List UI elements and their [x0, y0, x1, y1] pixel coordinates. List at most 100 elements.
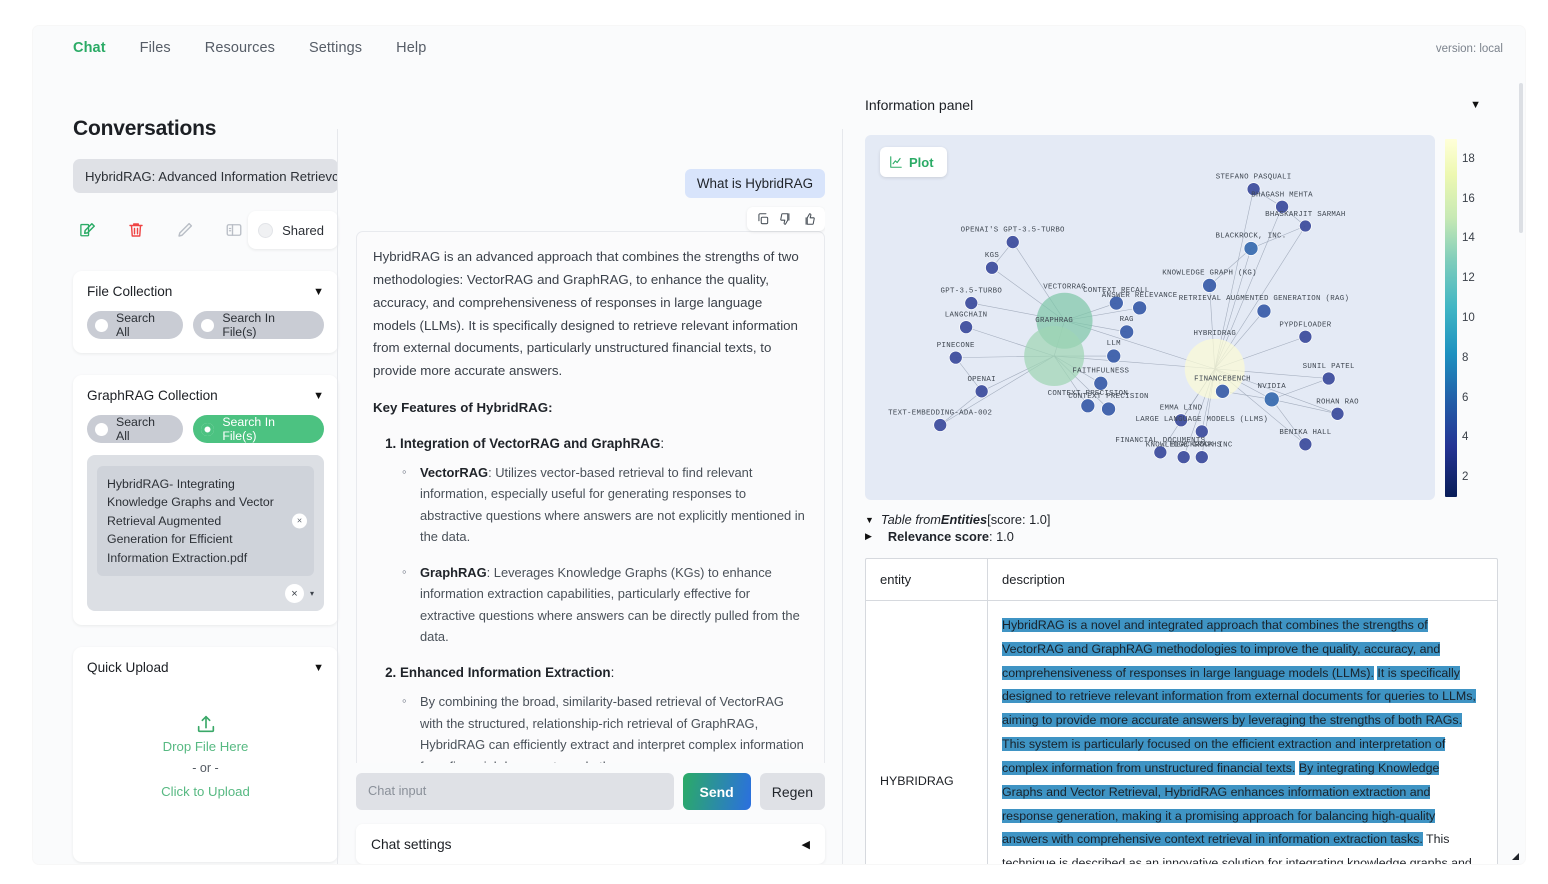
shared-toggle[interactable]: Shared — [248, 211, 338, 249]
colorbar-tick: 8 — [1462, 351, 1469, 364]
table-row: HYBRIDRAG HybridRAG is a novel and integ… — [866, 601, 1497, 864]
graph-node-label: KNOWLEDGE GRAPH (KG) — [1162, 269, 1257, 277]
colorbar-tick: 2 — [1462, 471, 1469, 484]
graph-node[interactable] — [1106, 348, 1122, 364]
graph-node-label: OPENAI — [967, 376, 995, 384]
nav-tab-resources[interactable]: Resources — [205, 40, 275, 56]
graph-node-label: CONTEXT PRECISION — [1068, 393, 1149, 401]
quick-upload-header[interactable]: Quick Upload ▼ — [87, 660, 324, 675]
resize-handle[interactable] — [1512, 853, 1519, 860]
graph-node-label: LARGE LANGUAGE MODELS (LLMS) — [1136, 416, 1269, 424]
shared-radio[interactable] — [258, 222, 274, 238]
thumbs-down-icon[interactable] — [779, 212, 793, 226]
graphrag-collection-header[interactable]: GraphRAG Collection ▼ — [87, 388, 324, 403]
chat-input-row: Send Regen — [356, 763, 825, 810]
table-from-row[interactable]: ▼ Table from Entities [score: 1.0] — [865, 512, 1511, 527]
graph-node[interactable] — [1005, 235, 1020, 249]
graph-node[interactable] — [1215, 383, 1230, 399]
upload-icon — [197, 716, 214, 733]
copy-icon[interactable] — [756, 212, 770, 226]
chat-scroll-area[interactable]: What is HybridRAG HybridRAG is an advanc… — [356, 77, 825, 763]
file-dropzone[interactable]: Drop File Here - or - Click to Upload — [87, 713, 324, 803]
chevron-down-icon[interactable]: ▼ — [313, 390, 324, 402]
information-panel-header[interactable]: Information panel ▼ — [865, 97, 1511, 113]
graph-node[interactable] — [1184, 338, 1245, 399]
selected-files-footer: × ▾ — [97, 584, 314, 604]
chevron-down-icon[interactable]: ▼ — [313, 286, 324, 298]
chevron-down-icon[interactable]: ▼ — [1470, 99, 1481, 111]
plot-button-label: Plot — [909, 154, 934, 170]
regen-button[interactable]: Regen — [759, 773, 825, 810]
click-to-upload-label[interactable]: Click to Upload — [161, 780, 250, 803]
delete-icon[interactable] — [122, 215, 151, 245]
selected-file-chip[interactable]: HybridRAG- Integrating Knowledge Graphs … — [97, 466, 314, 577]
graph-node[interactable] — [1176, 450, 1191, 464]
relevance-score-row[interactable]: ▶ Relevance score : 1.0 — [865, 529, 1511, 544]
assistant-intro: HybridRAG is an advanced approach that c… — [373, 249, 799, 379]
list-item: Enhanced Information Extraction: By comb… — [400, 661, 808, 763]
conversation-item[interactable]: HybridRAG: Advanced Information Retrievc — [73, 159, 338, 193]
new-chat-icon[interactable] — [73, 215, 102, 245]
colorbar-tick: 12 — [1462, 272, 1475, 285]
graph-node[interactable] — [1194, 450, 1209, 464]
graph-node[interactable] — [1119, 324, 1135, 340]
graph-node[interactable] — [1093, 375, 1109, 391]
triangle-down-icon[interactable]: ▼ — [865, 515, 874, 525]
scrollbar[interactable] — [1519, 83, 1523, 233]
graph-node[interactable] — [1256, 303, 1272, 319]
graph-node[interactable] — [1330, 406, 1345, 421]
rename-icon[interactable] — [171, 215, 200, 245]
graph-node-label: FAITHFULNESS — [1072, 367, 1129, 375]
file-collection-search-all[interactable]: Search All — [87, 311, 184, 339]
graph-node[interactable] — [1101, 401, 1116, 417]
chevron-down-icon[interactable]: ▾ — [310, 589, 314, 598]
graph-node[interactable] — [1298, 437, 1313, 452]
graph-node[interactable] — [933, 418, 948, 432]
split-view-icon[interactable] — [219, 215, 248, 245]
graph-node-label: LANGCHAIN — [945, 312, 988, 320]
clear-all-icon[interactable]: × — [284, 584, 304, 604]
colorbar-tick: 18 — [1462, 152, 1475, 165]
network-graph[interactable]: Plot STEFANO PASQUALI BHAGASH MEHTA BHASKA… — [865, 135, 1435, 500]
graph-node-label: STEFANO PASQUALI — [1216, 174, 1292, 182]
graph-node-label: VECTORRAG — [1043, 284, 1086, 292]
graphrag-search-all[interactable]: Search All — [87, 415, 184, 443]
graph-node[interactable] — [974, 384, 989, 399]
nav-tab-files[interactable]: Files — [140, 40, 171, 56]
graph-node[interactable] — [1321, 371, 1336, 386]
graphrag-search-in-files[interactable]: Search In File(s) — [193, 415, 324, 443]
graph-node[interactable] — [1132, 300, 1147, 316]
file-collection-search-in-files[interactable]: Search In File(s) — [193, 311, 324, 339]
graph-node[interactable] — [964, 296, 979, 310]
graph-node-label: KGS — [985, 252, 999, 260]
thumbs-up-icon[interactable] — [802, 212, 816, 226]
graph-node[interactable] — [1243, 241, 1259, 256]
chat-input[interactable] — [356, 773, 674, 810]
nav-tab-chat[interactable]: Chat — [73, 40, 106, 56]
chevron-left-icon[interactable]: ◀ — [802, 838, 810, 851]
nav-tab-settings[interactable]: Settings — [309, 40, 362, 56]
graph-node[interactable] — [948, 350, 963, 365]
nav-tab-help[interactable]: Help — [396, 40, 426, 56]
triangle-right-icon[interactable]: ▶ — [865, 531, 872, 542]
graph-node-label: BLACKROCK INC — [1171, 442, 1233, 450]
graph-node[interactable] — [1024, 326, 1085, 387]
colorbar-tick: 16 — [1462, 192, 1475, 205]
chevron-down-icon[interactable]: ▼ — [313, 662, 324, 674]
graph-node[interactable] — [1202, 278, 1217, 293]
file-collection-header[interactable]: File Collection ▼ — [87, 284, 324, 299]
quick-upload-card: Quick Upload ▼ Drop File Here - or - Cli… — [73, 647, 338, 863]
graph-node[interactable] — [1263, 391, 1280, 408]
chat-column: What is HybridRAG HybridRAG is an advanc… — [338, 69, 843, 864]
graph-node-label: HYBRIDRAG — [1193, 330, 1236, 338]
send-button[interactable]: Send — [682, 773, 751, 810]
graph-node[interactable] — [959, 320, 973, 334]
close-icon[interactable]: × — [292, 513, 307, 529]
chat-settings-panel[interactable]: Chat settings ◀ — [356, 824, 825, 864]
graph-node[interactable] — [985, 260, 999, 275]
app-window: Chat Files Resources Settings Help versi… — [33, 26, 1525, 864]
plot-button[interactable]: Plot — [880, 147, 947, 177]
graph-node[interactable] — [1299, 219, 1312, 233]
graph-node[interactable] — [1298, 329, 1313, 344]
graph-edge — [1271, 399, 1306, 445]
